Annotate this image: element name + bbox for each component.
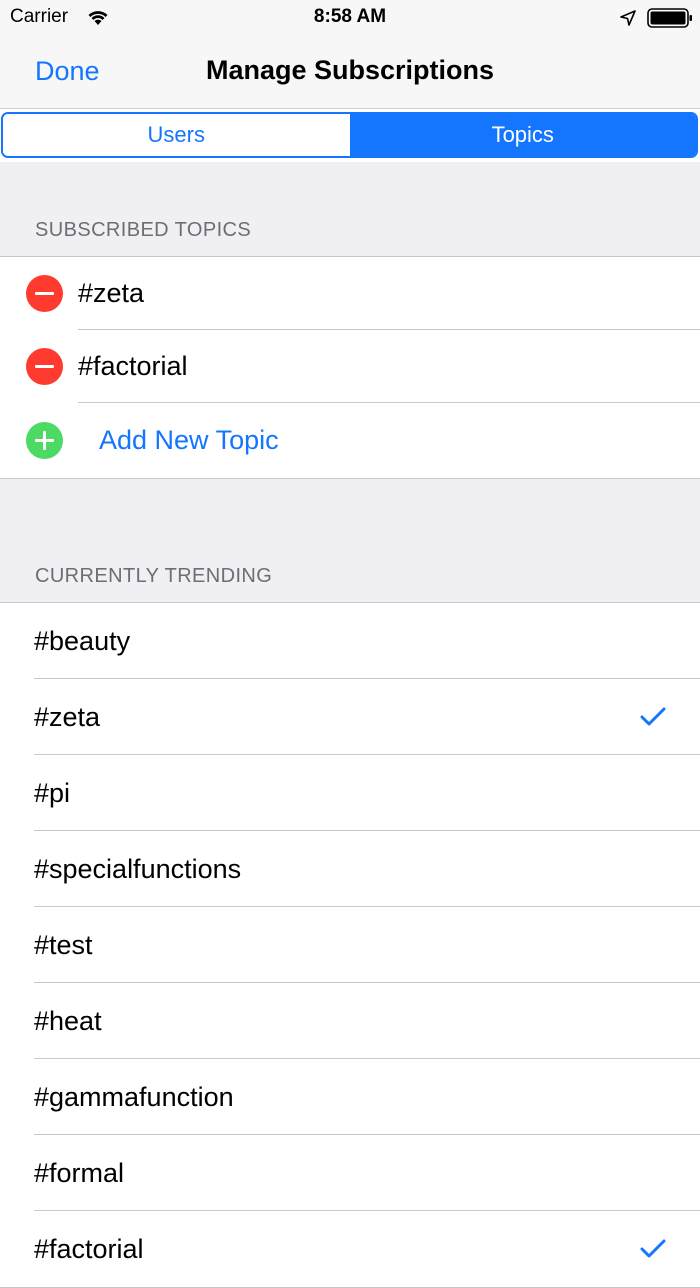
page-title: Manage Subscriptions <box>205 55 495 85</box>
status-time: 8:58 AM <box>313 6 387 27</box>
trending-topics-table: #beauty #zeta #pi #specialfunctions #tes… <box>0 602 700 1288</box>
add-plus-icon[interactable] <box>26 422 63 459</box>
trending-topic-label: #zeta <box>34 701 101 732</box>
add-topic-row[interactable]: Add New Topic <box>0 403 700 478</box>
trending-row[interactable]: #pi <box>0 755 700 831</box>
delete-minus-icon[interactable] <box>26 348 63 385</box>
trending-topic-label: #test <box>34 929 93 960</box>
segment-users[interactable]: Users <box>3 114 350 156</box>
subscribed-row[interactable]: #zeta <box>0 257 700 330</box>
delete-minus-icon[interactable] <box>26 275 63 312</box>
trending-topic-label: #factorial <box>34 1233 144 1264</box>
navigation-bar: Done Manage Subscriptions <box>0 36 700 109</box>
subscribed-topic-label: #zeta <box>78 278 145 308</box>
users-topics-segmented-control: Users Topics <box>1 112 698 158</box>
checkmark-icon <box>640 707 666 726</box>
segment-topics[interactable]: Topics <box>349 114 696 156</box>
trending-row[interactable]: #specialfunctions <box>0 831 700 907</box>
trending-row[interactable]: #formal <box>0 1135 700 1211</box>
trending-row[interactable]: #heat <box>0 983 700 1059</box>
trending-topic-label: #specialfunctions <box>34 853 242 884</box>
trending-row[interactable]: #beauty <box>0 603 700 679</box>
subscribed-topic-label: #factorial <box>78 351 188 381</box>
trending-row[interactable]: #test <box>0 907 700 983</box>
checkmark-icon <box>640 1239 666 1258</box>
trending-topic-label: #pi <box>34 777 71 808</box>
trending-topic-label: #formal <box>34 1157 125 1188</box>
currently-trending-header: CURRENTLY TRENDING <box>35 565 273 587</box>
subscribed-topics-header: SUBSCRIBED TOPICS <box>35 219 252 241</box>
trending-row[interactable]: #factorial <box>0 1211 700 1287</box>
status-bar: Carrier 8:58 AM <box>0 0 700 36</box>
location-arrow-icon <box>620 10 636 26</box>
battery-icon <box>647 8 692 28</box>
trending-topic-label: #heat <box>34 1005 102 1036</box>
subscribed-topics-table: #zeta #factorial Add New Topic <box>0 256 700 479</box>
trending-topic-label: #beauty <box>34 625 131 656</box>
add-new-topic-button[interactable]: Add New Topic <box>99 425 279 456</box>
subscribed-row[interactable]: #factorial <box>0 330 700 403</box>
trending-row[interactable]: #gammafunction <box>0 1059 700 1135</box>
trending-topic-label: #gammafunction <box>34 1081 234 1112</box>
trending-row[interactable]: #zeta <box>0 679 700 755</box>
